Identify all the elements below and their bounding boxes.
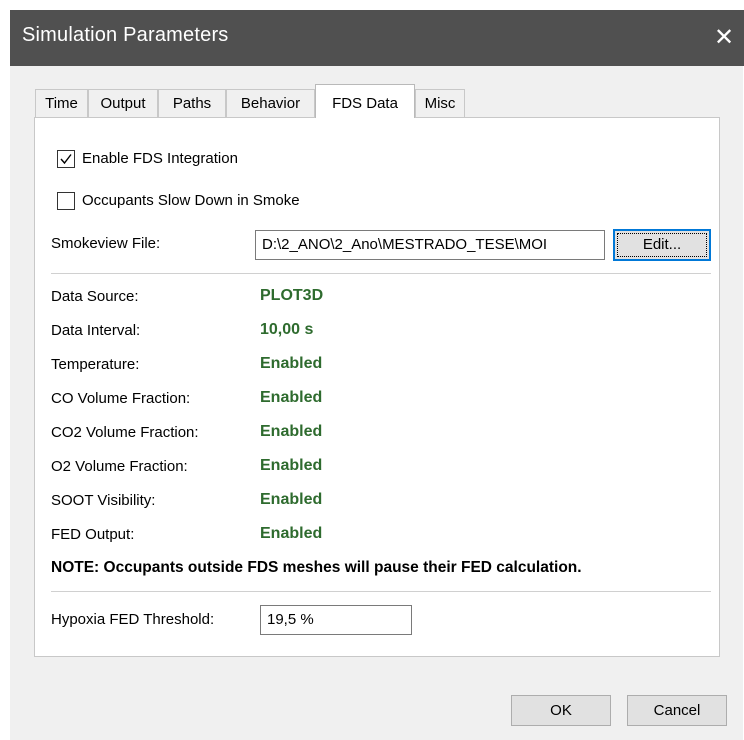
o2-volume-fraction-value: Enabled — [260, 457, 323, 474]
tab-paths[interactable]: Paths — [158, 89, 226, 117]
data-source-label: Data Source: — [51, 288, 139, 305]
tab-fds-data[interactable]: FDS Data — [315, 84, 415, 118]
tab-misc[interactable]: Misc — [415, 89, 465, 117]
hypoxia-threshold-label: Hypoxia FED Threshold: — [51, 611, 215, 628]
hypoxia-threshold-input[interactable]: 19,5 % — [260, 605, 412, 635]
smokeview-file-field[interactable]: D:\2_ANO\2_Ano\MESTRADO_TESE\MOI — [255, 230, 605, 260]
data-source-value: PLOT3D — [260, 287, 324, 304]
edit-button-label: Edit... — [617, 233, 707, 257]
close-icon[interactable]: ✕ — [704, 18, 744, 58]
tab-behavior[interactable]: Behavior — [226, 89, 315, 117]
data-interval-value: 10,00 s — [260, 321, 314, 338]
fed-output-label: FED Output: — [51, 526, 135, 543]
fed-note: NOTE: Occupants outside FDS meshes will … — [51, 559, 582, 576]
slow-down-label[interactable]: Occupants Slow Down in Smoke — [82, 192, 300, 209]
enable-fds-label[interactable]: Enable FDS Integration — [82, 150, 238, 167]
soot-visibility-value: Enabled — [260, 491, 323, 508]
tab-output[interactable]: Output — [88, 89, 158, 117]
window-title: Simulation Parameters — [22, 24, 229, 46]
edit-button[interactable]: Edit... — [613, 229, 711, 261]
ok-button[interactable]: OK — [511, 695, 611, 726]
title-bar: Simulation Parameters ✕ — [10, 10, 744, 66]
slow-down-checkbox[interactable] — [57, 192, 75, 210]
enable-fds-checkbox[interactable] — [57, 150, 75, 168]
temperature-label: Temperature: — [51, 356, 140, 373]
checkmark-icon — [60, 154, 72, 165]
separator — [51, 591, 711, 592]
fds-data-panel: Enable FDS Integration Occupants Slow Do… — [34, 117, 720, 657]
cancel-button[interactable]: Cancel — [627, 695, 727, 726]
co2-volume-fraction-value: Enabled — [260, 423, 323, 440]
smokeview-file-label: Smokeview File: — [51, 235, 161, 252]
tab-time[interactable]: Time — [35, 89, 88, 117]
co-volume-fraction-value: Enabled — [260, 389, 323, 406]
temperature-value: Enabled — [260, 355, 323, 372]
soot-visibility-label: SOOT Visibility: — [51, 492, 156, 509]
co2-volume-fraction-label: CO2 Volume Fraction: — [51, 424, 199, 441]
fed-output-value: Enabled — [260, 525, 323, 542]
co-volume-fraction-label: CO Volume Fraction: — [51, 390, 191, 407]
o2-volume-fraction-label: O2 Volume Fraction: — [51, 458, 188, 475]
data-interval-label: Data Interval: — [51, 322, 141, 339]
separator — [51, 273, 711, 274]
